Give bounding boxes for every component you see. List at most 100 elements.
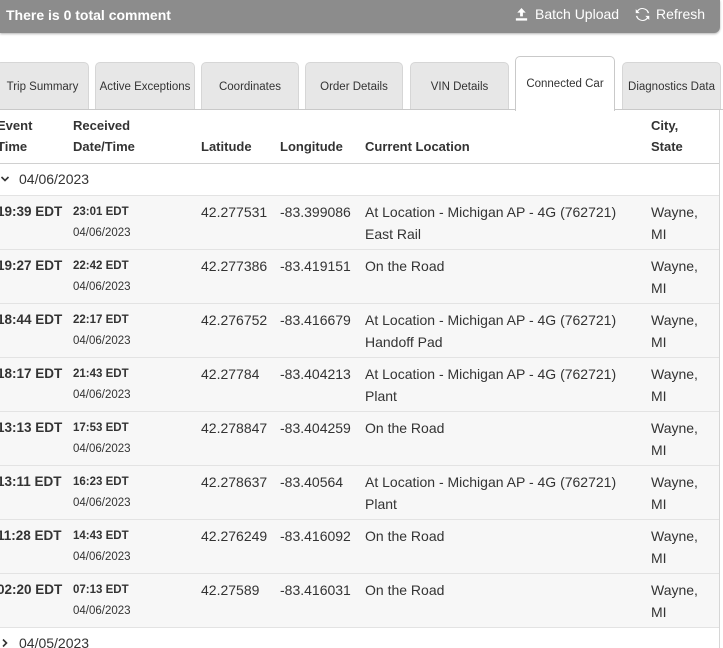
- upload-icon: [515, 7, 528, 21]
- tab-diagnostics-data[interactable]: Diagnostics Data: [622, 62, 721, 110]
- table-row[interactable]: 19:27 EDT 22:42 EDT 04/06/2023 42.277386…: [0, 250, 719, 304]
- tab-order-details[interactable]: Order Details: [305, 62, 403, 110]
- event-time: 13:13 EDT: [0, 420, 63, 435]
- received-time: 17:53 EDT: [73, 422, 129, 434]
- location-line-1: On the Road: [365, 582, 445, 598]
- current-location: On the Road: [365, 417, 645, 439]
- top-bar: There is 0 total comment Batch Upload Re…: [0, 0, 720, 33]
- city-state: Wayne, MI: [651, 525, 717, 569]
- tab-connected-car[interactable]: Connected Car: [515, 56, 615, 111]
- table-row[interactable]: 02:20 EDT 07:13 EDT 04/06/2023 42.27589 …: [0, 574, 719, 628]
- table-row[interactable]: 11:28 EDT 14:43 EDT 04/06/2023 42.276249…: [0, 520, 719, 574]
- location-line-1: At Location - Michigan AP - 4G (762721): [365, 204, 617, 220]
- longitude: -83.399086: [280, 204, 351, 220]
- city-state: Wayne, MI: [651, 309, 717, 353]
- city: Wayne,: [651, 528, 698, 544]
- state: MI: [651, 442, 667, 458]
- current-location: At Location - Michigan AP - 4G (762721) …: [365, 471, 645, 515]
- state: MI: [651, 496, 667, 512]
- longitude: -83.416679: [280, 312, 351, 328]
- event-time: 18:44 EDT: [0, 312, 63, 327]
- current-location: At Location - Michigan AP - 4G (762721) …: [365, 309, 645, 353]
- city: Wayne,: [651, 582, 698, 598]
- tab-trip-summary[interactable]: Trip Summary: [0, 62, 89, 110]
- event-time: 13:11 EDT: [0, 474, 62, 489]
- received-date-time: 14:43 EDT 04/06/2023: [73, 526, 193, 568]
- batch-upload-button[interactable]: Batch Upload: [514, 6, 619, 22]
- city: Wayne,: [651, 312, 698, 328]
- refresh-label: Refresh: [656, 6, 706, 22]
- chevron-down-icon: [0, 176, 10, 182]
- city: Wayne,: [651, 366, 698, 382]
- location-line-1: On the Road: [365, 528, 445, 544]
- column-city-state[interactable]: City, State: [651, 115, 683, 157]
- column-current-location[interactable]: Current Location: [365, 136, 470, 157]
- current-location: At Location - Michigan AP - 4G (762721) …: [365, 363, 645, 407]
- received-time: 07:13 EDT: [73, 584, 129, 596]
- received-date: 04/06/2023: [73, 551, 131, 563]
- tab-bar: Trip Summary Active Exceptions Coordinat…: [0, 56, 723, 111]
- column-received-date-time[interactable]: Received Date/Time: [73, 115, 135, 157]
- latitude: 42.27784: [201, 366, 260, 382]
- location-line-1: At Location - Michigan AP - 4G (762721): [365, 312, 617, 328]
- table-row[interactable]: 13:11 EDT 16:23 EDT 04/06/2023 42.278637…: [0, 466, 719, 520]
- date-group-header[interactable]: 04/06/2023: [0, 164, 719, 196]
- table-row[interactable]: 19:39 EDT 23:01 EDT 04/06/2023 42.277531…: [0, 196, 719, 250]
- table-row[interactable]: 18:17 EDT 21:43 EDT 04/06/2023 42.27784 …: [0, 358, 719, 412]
- received-date-time: 22:17 EDT 04/06/2023: [73, 310, 193, 352]
- location-line-2: Plant: [365, 388, 397, 404]
- longitude: -83.404213: [280, 366, 351, 382]
- latitude: 42.278637: [201, 474, 268, 490]
- location-line-2: Plant: [365, 496, 397, 512]
- location-line-2: East Rail: [365, 226, 422, 242]
- current-location: On the Road: [365, 255, 645, 277]
- tab-vin-details[interactable]: VIN Details: [410, 62, 509, 110]
- city: Wayne,: [651, 204, 698, 220]
- date-group-header[interactable]: 04/05/2023: [0, 628, 719, 648]
- event-time: 19:27 EDT: [0, 258, 63, 273]
- received-date: 04/06/2023: [73, 497, 131, 509]
- received-date-time: 07:13 EDT 04/06/2023: [73, 580, 193, 622]
- received-date: 04/06/2023: [73, 605, 131, 617]
- column-latitude[interactable]: Latitude: [201, 136, 252, 157]
- current-location: At Location - Michigan AP - 4G (762721) …: [365, 201, 645, 245]
- received-date-time: 21:43 EDT 04/06/2023: [73, 364, 193, 406]
- state: MI: [651, 604, 667, 620]
- received-date-time: 23:01 EDT 04/06/2023: [73, 202, 193, 244]
- received-date-time: 17:53 EDT 04/06/2023: [73, 418, 193, 460]
- city-state: Wayne, MI: [651, 201, 717, 245]
- location-line-1: At Location - Michigan AP - 4G (762721): [365, 366, 617, 382]
- received-time: 21:43 EDT: [73, 368, 129, 380]
- longitude: -83.404259: [280, 420, 351, 436]
- location-line-2: Handoff Pad: [365, 334, 443, 350]
- tab-active-exceptions[interactable]: Active Exceptions: [95, 62, 195, 110]
- event-time: 18:17 EDT: [0, 366, 63, 381]
- longitude: -83.419151: [280, 258, 351, 274]
- longitude: -83.416031: [280, 582, 351, 598]
- received-date-time: 22:42 EDT 04/06/2023: [73, 256, 193, 298]
- latitude: 42.276752: [201, 312, 268, 328]
- location-line-1: On the Road: [365, 258, 445, 274]
- table-row[interactable]: 18:44 EDT 22:17 EDT 04/06/2023 42.276752…: [0, 304, 719, 358]
- latitude: 42.276249: [201, 528, 268, 544]
- table-body: 19:39 EDT 23:01 EDT 04/06/2023 42.277531…: [0, 196, 719, 628]
- event-time: 19:39 EDT: [0, 204, 63, 219]
- state: MI: [651, 388, 667, 404]
- longitude: -83.416092: [280, 528, 351, 544]
- received-date-time: 16:23 EDT 04/06/2023: [73, 472, 193, 514]
- city-state: Wayne, MI: [651, 363, 717, 407]
- table-row[interactable]: 13:13 EDT 17:53 EDT 04/06/2023 42.278847…: [0, 412, 719, 466]
- table-header: Event Time Received Date/Time Latitude L…: [0, 110, 719, 164]
- received-time: 23:01 EDT: [73, 206, 129, 218]
- city: Wayne,: [651, 258, 698, 274]
- refresh-button[interactable]: Refresh: [635, 6, 705, 22]
- received-time: 16:23 EDT: [73, 476, 129, 488]
- column-longitude[interactable]: Longitude: [280, 136, 343, 157]
- current-location: On the Road: [365, 579, 645, 601]
- city-state: Wayne, MI: [651, 255, 717, 299]
- tab-coordinates[interactable]: Coordinates: [201, 62, 299, 110]
- latitude: 42.27589: [201, 582, 260, 598]
- received-date: 04/06/2023: [73, 227, 131, 239]
- column-event-time[interactable]: Event Time: [0, 115, 32, 157]
- received-time: 22:17 EDT: [73, 314, 129, 326]
